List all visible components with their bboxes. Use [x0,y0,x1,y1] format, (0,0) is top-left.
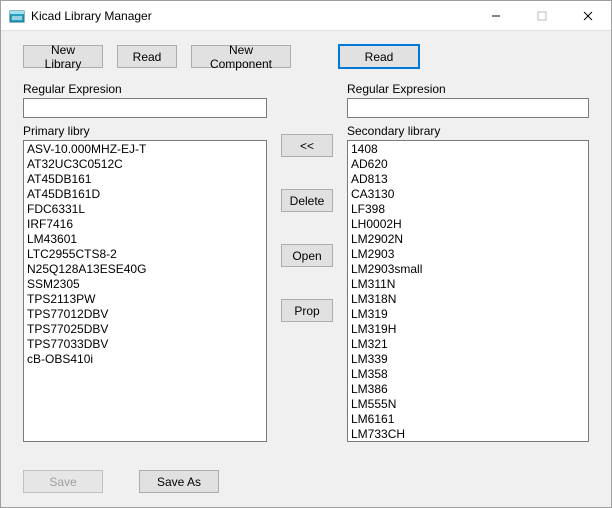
secondary-list-item[interactable]: 1408 [350,142,586,157]
secondary-list-item[interactable]: LM386 [350,382,586,397]
secondary-list-item[interactable]: LM319H [350,322,586,337]
secondary-list-item[interactable]: AD620 [350,157,586,172]
primary-regex-input[interactable] [23,98,267,118]
secondary-listbox[interactable]: 1408AD620AD813CA3130LF398LH0002HLM2902NL… [347,140,589,442]
secondary-list-item[interactable]: LF398 [350,202,586,217]
primary-list-item[interactable]: SSM2305 [26,277,264,292]
primary-list-item[interactable]: AT45DB161D [26,187,264,202]
primary-list-item[interactable]: ASV-10.000MHZ-EJ-T [26,142,264,157]
delete-button[interactable]: Delete [281,189,333,212]
close-button[interactable] [565,1,611,31]
primary-regex-label: Regular Expresion [23,82,267,96]
secondary-panel: Regular Expresion Secondary library 1408… [347,82,589,442]
primary-list-item[interactable]: TPS77033DBV [26,337,264,352]
middle-buttons: << Delete Open Prop [277,82,337,442]
secondary-list-item[interactable]: AD813 [350,172,586,187]
read-right-button[interactable]: Read [339,45,419,68]
secondary-list-item[interactable]: LM318N [350,292,586,307]
secondary-list-item[interactable]: LH0002H [350,217,586,232]
content-area: New Library Read New Component Read Regu… [1,31,611,507]
app-icon [9,8,25,24]
secondary-list-item[interactable]: LM733CH [350,427,586,442]
secondary-list-item[interactable]: LM2902N [350,232,586,247]
primary-panel: Regular Expresion Primary libry ASV-10.0… [23,82,267,442]
secondary-list-item[interactable]: LM321 [350,337,586,352]
save-button[interactable]: Save [23,470,103,493]
secondary-list-label: Secondary library [347,124,589,138]
secondary-list-item[interactable]: LM339 [350,352,586,367]
primary-list-item[interactable]: LTC2955CTS8-2 [26,247,264,262]
secondary-list-item[interactable]: LM358 [350,367,586,382]
primary-list-label: Primary libry [23,124,267,138]
top-toolbar: New Library Read New Component Read [23,45,589,68]
app-window: Kicad Library Manager New Library Read N… [0,0,612,508]
secondary-list-item[interactable]: LM555N [350,397,586,412]
new-library-button[interactable]: New Library [23,45,103,68]
minimize-button[interactable] [473,1,519,31]
primary-list-item[interactable]: TPS77025DBV [26,322,264,337]
new-component-button[interactable]: New Component [191,45,291,68]
primary-list-item[interactable]: FDC6331L [26,202,264,217]
secondary-list-item[interactable]: LM6161 [350,412,586,427]
secondary-list-item[interactable]: LM2903small [350,262,586,277]
primary-listbox[interactable]: ASV-10.000MHZ-EJ-TAT32UC3C0512CAT45DB161… [23,140,267,442]
primary-list-item[interactable]: N25Q128A13ESE40G [26,262,264,277]
window-title: Kicad Library Manager [31,9,152,23]
prop-button[interactable]: Prop [281,299,333,322]
titlebar: Kicad Library Manager [1,1,611,31]
primary-list-item[interactable]: AT45DB161 [26,172,264,187]
move-left-button[interactable]: << [281,134,333,157]
open-button[interactable]: Open [281,244,333,267]
primary-list-item[interactable]: TPS2113PW [26,292,264,307]
secondary-regex-label: Regular Expresion [347,82,589,96]
secondary-list-item[interactable]: CA3130 [350,187,586,202]
primary-list-item[interactable]: AT32UC3C0512C [26,157,264,172]
read-left-button[interactable]: Read [117,45,177,68]
secondary-list-item[interactable]: LM319 [350,307,586,322]
bottom-toolbar: Save Save As [23,470,219,493]
primary-list-item[interactable]: LM43601 [26,232,264,247]
save-as-button[interactable]: Save As [139,470,219,493]
primary-list-item[interactable]: IRF7416 [26,217,264,232]
maximize-button[interactable] [519,1,565,31]
secondary-regex-input[interactable] [347,98,589,118]
primary-list-item[interactable]: cB-OBS410i [26,352,264,367]
secondary-list-item[interactable]: LM2903 [350,247,586,262]
secondary-list-item[interactable]: LM311N [350,277,586,292]
primary-list-item[interactable]: TPS77012DBV [26,307,264,322]
